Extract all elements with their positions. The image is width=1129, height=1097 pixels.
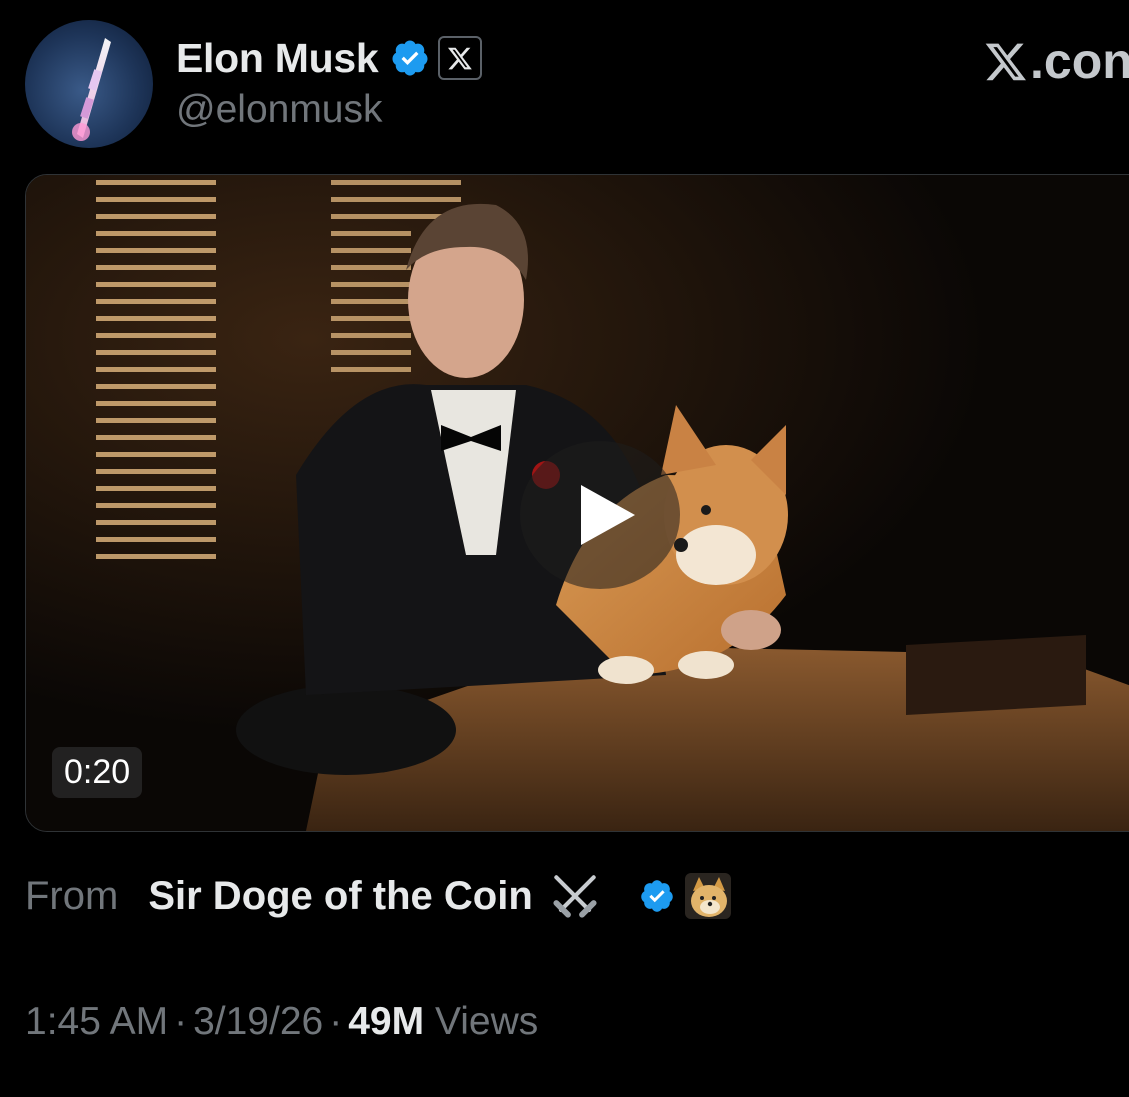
author-handle[interactable]: @elonmusk <box>176 88 383 132</box>
rocket-image <box>72 38 111 141</box>
x-logo-icon <box>448 47 473 70</box>
x-affiliate-badge[interactable] <box>438 36 483 80</box>
author-avatar[interactable] <box>25 20 153 148</box>
play-button[interactable] <box>520 441 680 589</box>
video-player[interactable]: 0:20 <box>25 174 1129 832</box>
source-verified-badge-icon[interactable] <box>639 878 675 914</box>
author-name-row: Elon Musk <box>176 32 483 84</box>
tweet-meta: 1:45 AM · 3/19/26 · 49M Views <box>25 1000 538 1044</box>
video-source-row: From Sir Doge of the Coin <box>25 866 731 926</box>
meta-separator: · <box>174 1000 188 1043</box>
x-logo-icon <box>985 43 1026 81</box>
author-display-name[interactable]: Elon Musk <box>176 35 379 82</box>
verified-badge-icon[interactable] <box>390 38 430 78</box>
views-count[interactable]: 49M <box>348 1000 424 1043</box>
crossed-swords-icon <box>553 875 597 918</box>
doge-avatar-icon <box>684 873 731 919</box>
meta-separator: · <box>329 1000 343 1043</box>
brand-text: .con <box>1030 33 1129 89</box>
from-label: From <box>25 873 119 918</box>
play-icon <box>581 485 635 545</box>
x-com-watermark: .con <box>984 32 1129 90</box>
tweet-date[interactable]: 3/19/26 <box>193 1000 323 1043</box>
video-duration: 0:20 <box>52 747 143 798</box>
tweet-time[interactable]: 1:45 AM <box>25 1000 168 1043</box>
source-account-name[interactable]: Sir Doge of the Coin <box>148 874 532 919</box>
views-label: Views <box>434 1000 539 1043</box>
